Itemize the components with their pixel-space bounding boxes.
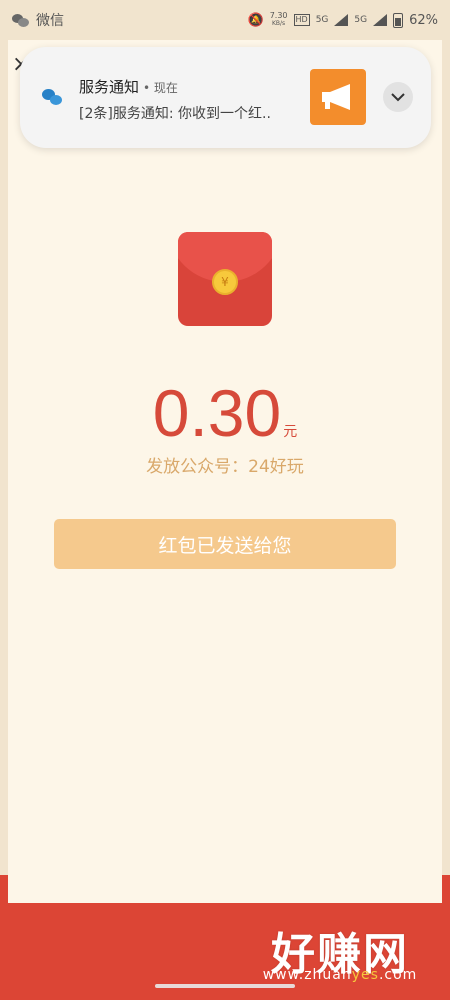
scallop-edge: [0, 898, 450, 908]
wechat-icon: [12, 13, 30, 27]
network-type-2: 5G: [354, 15, 368, 25]
notification-header: 服务通知 • 现在: [79, 76, 178, 97]
watermark-url-prefix: www.zhuan: [262, 967, 352, 983]
wechat-notification-icon: [42, 87, 64, 107]
net-speed-unit: KB/s: [271, 20, 286, 27]
megaphone-icon: [310, 69, 366, 125]
signal-icon-2: [373, 14, 388, 26]
network-type-1: 5G: [315, 15, 329, 25]
signal-icon: [334, 14, 349, 26]
notification-body: [2条]服务通知: 你收到一个红..: [79, 106, 271, 122]
net-speed-value: 7.30: [269, 11, 288, 20]
notification-title: 服务通知: [79, 78, 140, 96]
amount-unit: 元: [283, 424, 298, 440]
status-bar: 微信 🔕 7.30 KB/s HD 5G 5G 62%: [0, 0, 450, 40]
red-envelope-icon: ¥: [178, 232, 272, 326]
status-app-label: 微信: [36, 13, 64, 29]
yuan-coin-icon: ¥: [212, 269, 238, 295]
status-bar-left: 微信: [12, 10, 64, 30]
battery-icon: [393, 12, 404, 28]
sent-status-button[interactable]: 红包已发送给您: [54, 519, 396, 569]
watermark-url-highlight: yes: [351, 967, 379, 983]
amount-display: 0.30 元: [0, 375, 450, 451]
hd-icon: HD: [293, 14, 310, 26]
watermark-url: www.zhuanyes.com: [240, 967, 440, 983]
watermark-url-suffix: .com: [378, 967, 418, 983]
net-speed: 7.30 KB/s: [270, 12, 288, 28]
notification-time: • 现在: [143, 81, 178, 95]
battery-percent: 62%: [409, 12, 438, 28]
home-indicator[interactable]: [155, 984, 295, 988]
chevron-down-icon[interactable]: [383, 82, 413, 112]
mute-icon: 🔕: [247, 12, 264, 28]
sender-label: 发放公众号：24好玩: [146, 457, 304, 477]
status-bar-right: 🔕 7.30 KB/s HD 5G 5G 62%: [247, 12, 438, 28]
notification-banner[interactable]: 服务通知 • 现在 [2条]服务通知: 你收到一个红..: [20, 47, 431, 148]
amount-value: 0.30: [152, 376, 282, 450]
